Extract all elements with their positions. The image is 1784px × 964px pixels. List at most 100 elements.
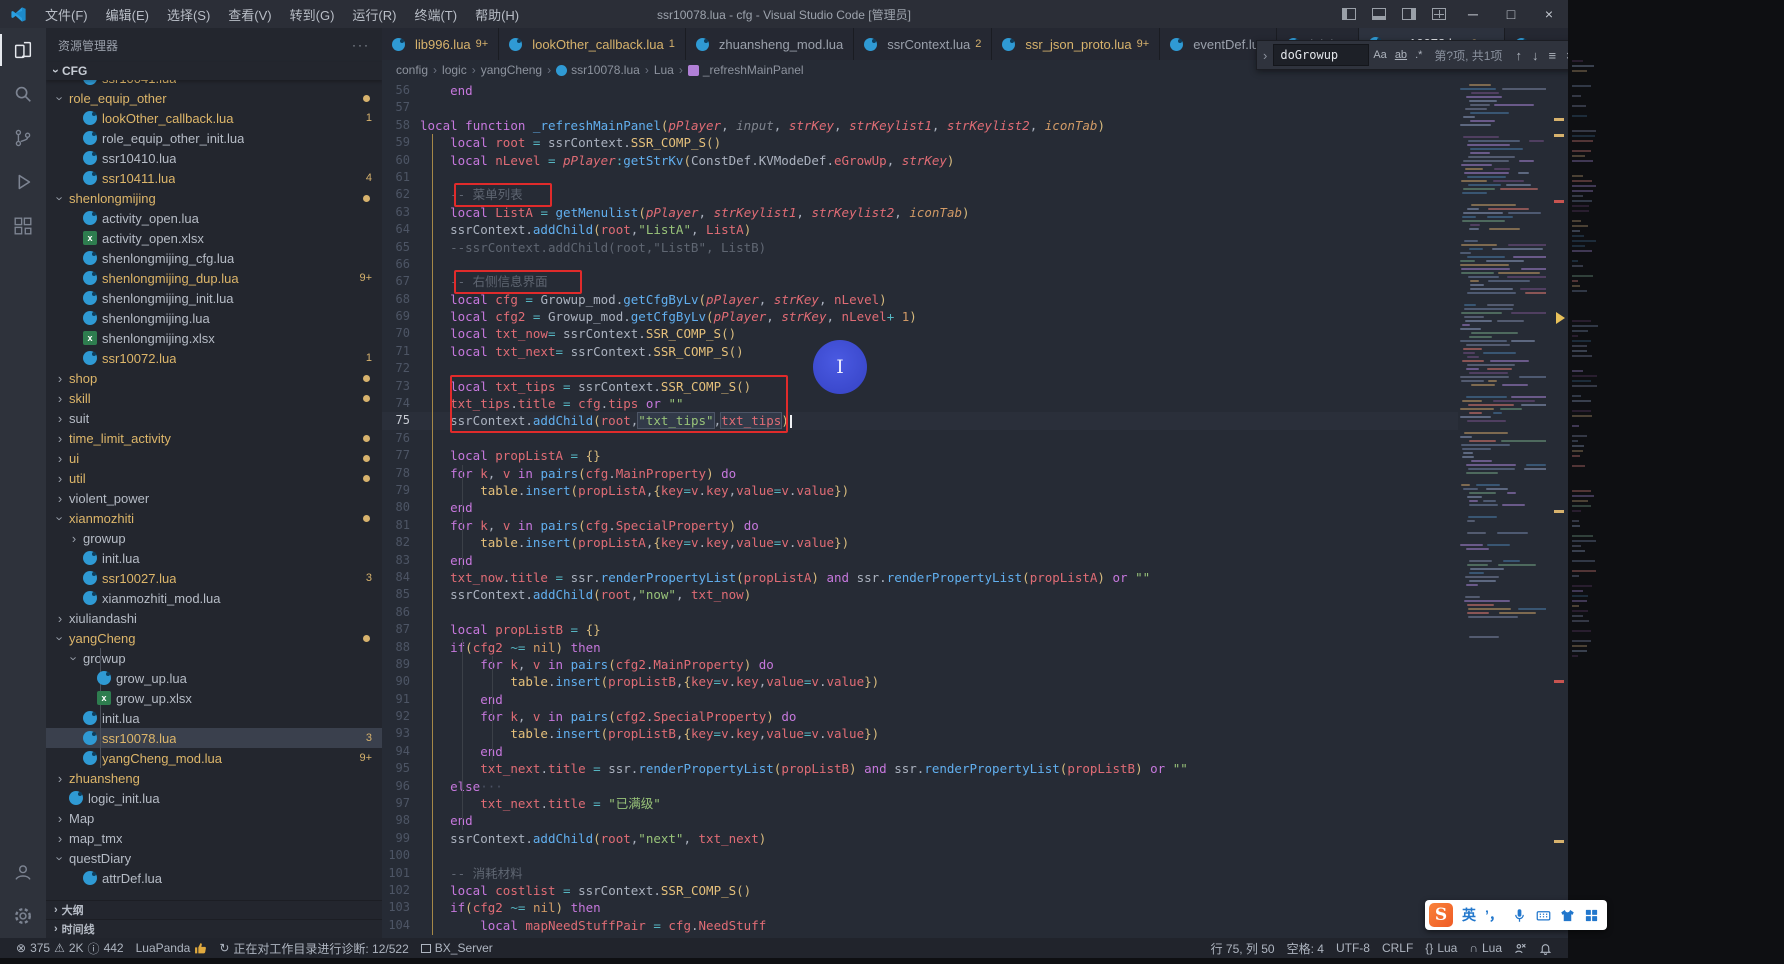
cursor-position-status[interactable]: 行 75, 列 50 xyxy=(1205,938,1281,958)
line-number[interactable]: 78 xyxy=(382,465,420,482)
code-line[interactable]: 79 table.insert(propListA,{key=v.key,val… xyxy=(382,482,1458,499)
code-line[interactable]: 100 xyxy=(382,847,1458,864)
customize-layout-icon[interactable] xyxy=(1432,8,1446,20)
code-line[interactable]: 69 local cfg2 = Growup_mod.getCfgByLv(pP… xyxy=(382,308,1458,325)
line-number[interactable]: 97 xyxy=(382,795,420,812)
code-line[interactable]: 78 for k, v in pairs(cfg.MainProperty) d… xyxy=(382,465,1458,482)
code-text[interactable]: table.insert(propListA,{key=v.key,value=… xyxy=(420,482,1458,499)
code-text[interactable]: end xyxy=(420,552,1458,569)
code-text[interactable]: local function _refreshMainPanel(pPlayer… xyxy=(420,117,1458,134)
tree-item-growup[interactable]: › growup xyxy=(46,648,382,668)
match-case-button[interactable]: Aa xyxy=(1373,49,1386,61)
code-line[interactable]: 88 if(cfg2 ~= nil) then xyxy=(382,639,1458,656)
activity-account[interactable] xyxy=(0,850,46,894)
code-line[interactable]: 72 xyxy=(382,360,1458,377)
tree-item-skill[interactable]: › skill xyxy=(46,388,382,408)
code-text[interactable]: local costlist = ssrContext.SSR_COMP_S() xyxy=(420,882,1458,899)
find-input[interactable]: doGrowup xyxy=(1273,44,1370,66)
code-text[interactable]: ssrContext.addChild(root,"next", txt_nex… xyxy=(420,830,1458,847)
code-line[interactable]: 56 end xyxy=(382,82,1458,99)
toggle-replace-icon[interactable]: › xyxy=(1263,48,1267,63)
breadcrumb-config[interactable]: config xyxy=(396,63,428,77)
code-text[interactable]: if(cfg2 ~= nil) then xyxy=(420,899,1458,916)
code-text[interactable]: ssrContext.addChild(root,"now", txt_now) xyxy=(420,586,1458,603)
line-number[interactable]: 77 xyxy=(382,447,420,464)
tree-item-shenlongmijing-lua[interactable]: shenlongmijing.lua xyxy=(46,308,382,328)
tab-lookother_callback-lua[interactable]: lookOther_callback.lua 1 xyxy=(499,28,686,60)
code-text[interactable]: else··· xyxy=(420,778,1458,795)
code-line[interactable]: 75 ssrContext.addChild(root,"txt_tips",t… xyxy=(382,412,1458,430)
code-line[interactable]: 101 -- 消耗材料 xyxy=(382,865,1458,882)
code-line[interactable]: 92 for k, v in pairs(cfg2.SpecialPropert… xyxy=(382,708,1458,725)
tree-item-logic_init-lua[interactable]: logic_init.lua xyxy=(46,788,382,808)
line-number[interactable]: 79 xyxy=(382,482,420,499)
code-text[interactable]: for k, v in pairs(cfg2.SpecialProperty) … xyxy=(420,708,1458,725)
section-时间线[interactable]: › 时间线 xyxy=(46,919,382,938)
line-number[interactable]: 102 xyxy=(382,882,420,899)
code-line[interactable]: 85 ssrContext.addChild(root,"now", txt_n… xyxy=(382,586,1458,603)
code-line[interactable]: 84 txt_now.title = ssr.renderPropertyLis… xyxy=(382,569,1458,586)
line-number[interactable]: 75 xyxy=(382,412,420,429)
code-text[interactable]: for k, v in pairs(cfg2.MainProperty) do xyxy=(420,656,1458,673)
line-number[interactable]: 86 xyxy=(382,604,420,621)
tree-item-lookother_callback-lua[interactable]: lookOther_callback.lua 1 xyxy=(46,108,382,128)
code-text[interactable]: end xyxy=(420,743,1458,760)
code-line[interactable]: 97 txt_next.title = "已满级" xyxy=(382,795,1458,812)
code-text[interactable] xyxy=(420,847,1458,864)
code-text[interactable]: end xyxy=(420,691,1458,708)
menu-f[interactable]: 文件(F) xyxy=(36,0,97,28)
tree-item-yangcheng_mod-lua[interactable]: yangCheng_mod.lua 9+ xyxy=(46,748,382,768)
code-line[interactable]: 103 if(cfg2 ~= nil) then xyxy=(382,899,1458,916)
line-number[interactable]: 67 xyxy=(382,273,420,290)
line-number[interactable]: 69 xyxy=(382,308,420,325)
eol-status[interactable]: CRLF xyxy=(1376,938,1419,958)
code-text[interactable]: -- 菜单列表 xyxy=(420,186,1458,203)
line-number[interactable]: 58 xyxy=(382,117,420,134)
minimap[interactable] xyxy=(1458,80,1546,938)
menu-h[interactable]: 帮助(H) xyxy=(466,0,528,28)
code-text[interactable]: -- 右侧信息界面 xyxy=(420,273,1458,290)
code-line[interactable]: 93 table.insert(propListB,{key=v.key,val… xyxy=(382,725,1458,742)
tree-item-ssr10410-lua[interactable]: ssr10410.lua xyxy=(46,148,382,168)
tree-item-xianmozhiti[interactable]: › xianmozhiti xyxy=(46,508,382,528)
tab-ssrcontext-lua[interactable]: ssrContext.lua 2 xyxy=(854,28,993,60)
code-line[interactable]: 83 end xyxy=(382,552,1458,569)
code-text[interactable]: ssrContext.addChild(root,"txt_tips",txt_… xyxy=(420,412,1458,430)
code-text[interactable] xyxy=(420,360,1458,377)
code-line[interactable]: 61 xyxy=(382,169,1458,186)
code-line[interactable]: 65 --ssrContext.addChild(root,"ListB", L… xyxy=(382,239,1458,256)
code-text[interactable]: table.insert(propListA,{key=v.key,value=… xyxy=(420,534,1458,551)
line-number[interactable]: 76 xyxy=(382,430,420,447)
line-number[interactable]: 70 xyxy=(382,325,420,342)
code-line[interactable]: 67 -- 右侧信息界面 xyxy=(382,273,1458,290)
code-line[interactable]: 58 local function _refreshMainPanel(pPlay… xyxy=(382,117,1458,134)
activity-extensions[interactable] xyxy=(0,204,46,248)
code-text[interactable] xyxy=(420,169,1458,186)
line-number[interactable]: 93 xyxy=(382,725,420,742)
breadcrumb-_refreshmainpanel[interactable]: _refreshMainPanel xyxy=(687,63,804,77)
code-line[interactable]: 71 local txt_next= ssrContext.SSR_COMP_S… xyxy=(382,343,1458,360)
close-find-icon[interactable]: × xyxy=(1566,48,1568,63)
code-text[interactable]: local nLevel = pPlayer:getStrKv(ConstDef… xyxy=(420,152,1458,169)
line-number[interactable]: 68 xyxy=(382,291,420,308)
code-line[interactable]: 73 local txt_tips = ssrContext.SSR_COMP_… xyxy=(382,378,1458,395)
bx-server-status[interactable]: BX_Server xyxy=(415,938,499,958)
line-number[interactable]: 96 xyxy=(382,778,420,795)
tree-item-activity_open-lua[interactable]: activity_open.lua xyxy=(46,208,382,228)
menu-r[interactable]: 运行(R) xyxy=(343,0,405,28)
ime-language-toggle[interactable]: 英 xyxy=(1462,905,1476,925)
line-number[interactable]: 65 xyxy=(382,239,420,256)
tree-item-activity_open-xlsx[interactable]: x activity_open.xlsx xyxy=(46,228,382,248)
line-number[interactable]: 98 xyxy=(382,812,420,829)
line-number[interactable]: 57 xyxy=(382,99,420,116)
code-text[interactable]: local cfg2 = Growup_mod.getCfgByLv(pPlay… xyxy=(420,308,1458,325)
line-number[interactable]: 94 xyxy=(382,743,420,760)
menu-t[interactable]: 终端(T) xyxy=(405,0,466,28)
tab-zhuansheng_mod-lua[interactable]: zhuansheng_mod.lua xyxy=(685,28,855,60)
tree-item-suit[interactable]: › suit xyxy=(46,408,382,428)
tree-item-growup[interactable]: › growup xyxy=(46,528,382,548)
line-number[interactable]: 66 xyxy=(382,256,420,273)
tab-ssr_json_proto-lua[interactable]: ssr_json_proto.lua 9+ xyxy=(992,28,1161,60)
menu-e[interactable]: 编辑(E) xyxy=(97,0,158,28)
menu-s[interactable]: 选择(S) xyxy=(158,0,219,28)
